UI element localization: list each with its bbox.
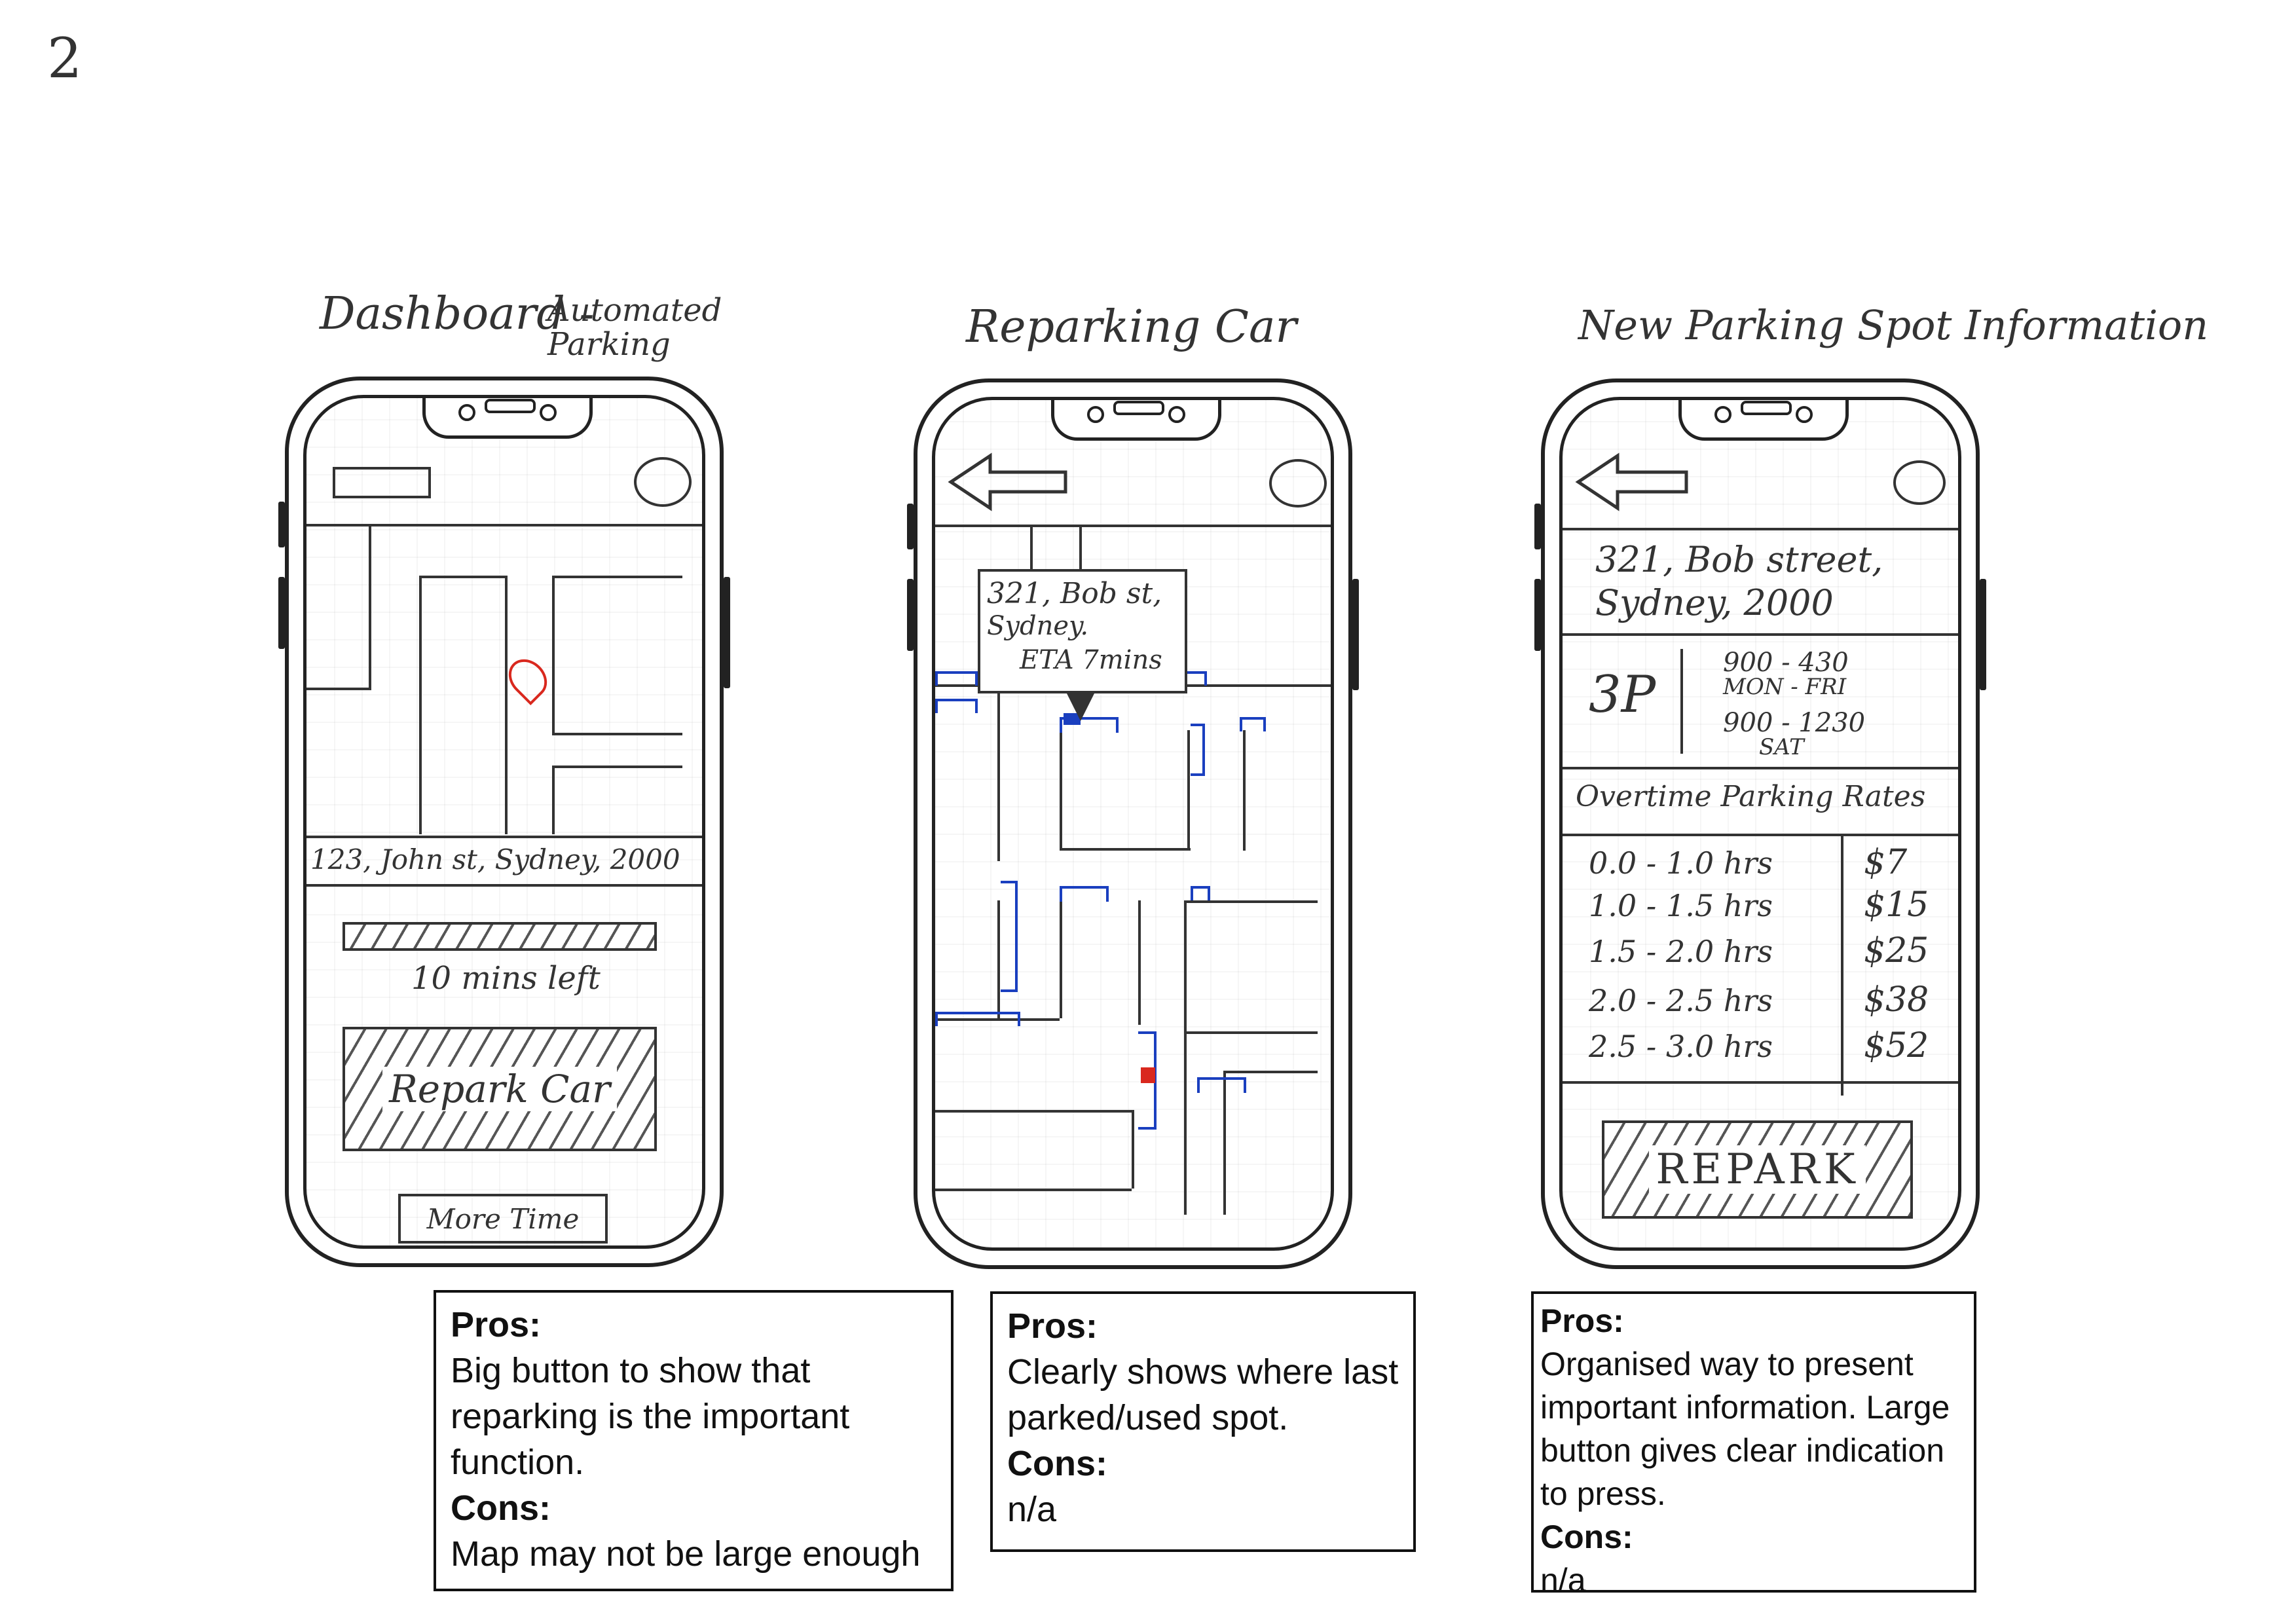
header-divider — [1563, 528, 1958, 530]
phone-notch — [1678, 400, 1849, 441]
rate-price: $25 — [1864, 931, 1929, 970]
spot-address-street: 321, Bob street, — [1595, 539, 1883, 580]
rates-column-divider — [1841, 834, 1843, 1096]
location-pin-icon[interactable] — [500, 651, 555, 706]
note-cons-label: Cons: — [1540, 1519, 1633, 1555]
time-remaining-label: 10 mins left — [411, 960, 601, 997]
parked-car-marker[interactable] — [1141, 1067, 1155, 1083]
phone-side-button — [1352, 579, 1359, 690]
more-time-button-label: More Time — [426, 1202, 580, 1235]
profile-avatar-icon[interactable] — [634, 457, 692, 507]
callout-eta: ETA 7mins — [1020, 645, 1162, 675]
note-pros-label: Pros: — [1540, 1302, 1624, 1339]
phone-notch — [422, 398, 593, 439]
map-view[interactable] — [306, 526, 702, 834]
profile-avatar-icon[interactable] — [1269, 459, 1327, 507]
phone-side-button — [278, 502, 285, 547]
phone-side-button — [278, 577, 285, 649]
rate-price: $52 — [1864, 1026, 1929, 1065]
phone-frame-dashboard: 123, John st, Sydney, 2000 10 mins left … — [278, 377, 730, 1267]
rate-duration: 1.0 - 1.5 hrs — [1589, 888, 1773, 923]
back-arrow-icon[interactable] — [944, 452, 1069, 511]
parking-zone-label: 3P — [1589, 665, 1656, 724]
menu-bar-icon[interactable] — [333, 467, 431, 498]
note-pros-label: Pros: — [1007, 1306, 1098, 1346]
current-address: 123, John st, Sydney, 2000 — [310, 843, 680, 876]
screen-reparking: 321, Bob st, Sydney. ETA 7mins — [932, 397, 1334, 1251]
profile-avatar-icon[interactable] — [1893, 460, 1946, 505]
note-dashboard: Pros: Big button to show that reparking … — [434, 1290, 954, 1591]
phone-frame-spot-info: 321, Bob street, Sydney, 2000 3P 900 - 4… — [1534, 378, 1986, 1269]
rate-price: $7 — [1864, 843, 1908, 882]
rate-duration: 0.0 - 1.0 hrs — [1589, 845, 1773, 881]
callout-street: 321, Bob st, — [987, 577, 1162, 610]
note-cons-text: Map may not be large enough — [451, 1534, 921, 1574]
note-reparking: Pros: Clearly shows where last parked/us… — [990, 1291, 1416, 1552]
phone-side-button — [907, 579, 914, 651]
phone-notch — [1051, 400, 1221, 441]
note-pros-text: Big button to show that reparking is the… — [451, 1351, 850, 1482]
screen-dashboard: 123, John st, Sydney, 2000 10 mins left … — [303, 395, 705, 1249]
screen-2-title: Reparking Car — [966, 301, 1297, 353]
page-number: 2 — [47, 26, 83, 90]
more-time-button[interactable]: More Time — [398, 1194, 608, 1244]
rates-heading: Overtime Parking Rates — [1576, 780, 1926, 813]
note-spot-info: Pros: Organised way to present important… — [1531, 1291, 1976, 1598]
rates-bottom-divider — [1563, 1081, 1958, 1084]
hours-saturday-day: SAT — [1759, 734, 1804, 760]
repark-button[interactable]: REPARK — [1602, 1120, 1913, 1219]
repark-car-button[interactable]: Repark Car — [343, 1027, 657, 1151]
callout-city: Sydney. — [987, 611, 1089, 641]
repark-button-label: REPARK — [1649, 1145, 1866, 1194]
screen-3-title: New Parking Spot Information — [1578, 301, 2209, 349]
screen-spot-info: 321, Bob street, Sydney, 2000 3P 900 - 4… — [1559, 397, 1961, 1251]
destination-callout[interactable]: 321, Bob st, Sydney. ETA 7mins — [978, 569, 1187, 693]
hours-divider — [1563, 767, 1958, 769]
note-cons-label: Cons: — [1007, 1444, 1107, 1483]
rate-price: $15 — [1864, 885, 1929, 925]
back-arrow-icon[interactable] — [1572, 452, 1696, 511]
note-cons-text: n/a — [1540, 1562, 1586, 1598]
zone-divider — [1680, 649, 1683, 754]
rate-duration: 1.5 - 2.0 hrs — [1589, 934, 1773, 969]
callout-pointer — [1066, 692, 1095, 721]
rate-duration: 2.0 - 2.5 hrs — [1589, 983, 1773, 1018]
note-pros-label: Pros: — [451, 1305, 542, 1344]
phone-side-button — [1980, 579, 1986, 690]
note-pros-text: Clearly shows where last parked/used spo… — [1007, 1352, 1399, 1437]
rate-price: $38 — [1864, 980, 1929, 1020]
map-divider — [306, 836, 702, 838]
address-divider — [306, 884, 702, 887]
phone-side-button — [1534, 504, 1541, 549]
address-divider — [1563, 633, 1958, 636]
screen-1-title-extra: Automated Parking — [547, 292, 722, 363]
spot-address-city: Sydney, 2000 — [1595, 582, 1834, 623]
rates-heading-divider — [1563, 834, 1958, 836]
note-pros-text: Organised way to present important infor… — [1540, 1346, 1950, 1512]
phone-side-button — [724, 577, 730, 688]
phone-frame-reparking: 321, Bob st, Sydney. ETA 7mins — [907, 378, 1359, 1269]
phone-side-button — [1534, 579, 1541, 651]
note-cons-text: n/a — [1007, 1490, 1057, 1529]
rate-duration: 2.5 - 3.0 hrs — [1589, 1029, 1773, 1064]
phone-side-button — [907, 504, 914, 549]
note-cons-label: Cons: — [451, 1488, 551, 1528]
repark-car-button-label: Repark Car — [382, 1067, 617, 1111]
hours-weekday-days: MON - FRI — [1723, 674, 1847, 700]
time-remaining-progress-bar — [343, 922, 657, 951]
